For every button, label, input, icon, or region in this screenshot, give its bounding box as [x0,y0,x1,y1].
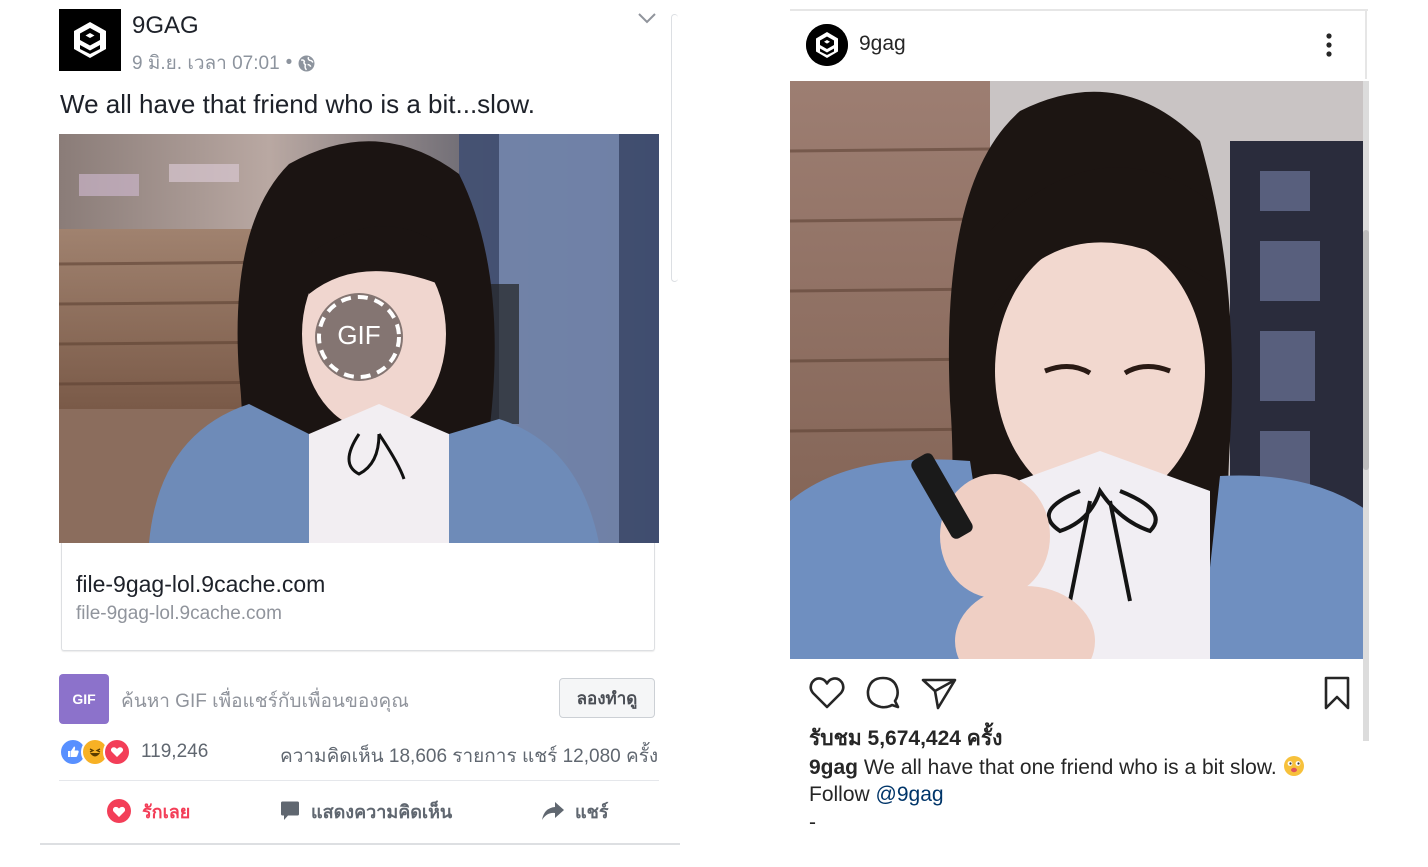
gif-search-prompt[interactable]: ค้นหา GIF เพื่อแชร์กับเพื่อนของคุณ [121,686,409,716]
chevron-down-icon[interactable] [636,10,658,26]
video-frame-image [790,81,1368,659]
card-bottom-border [40,843,680,845]
view-count[interactable]: รับชม 5,674,424 ครั้ง [809,722,1002,755]
link-domain: file-9gag-lol.9cache.com [76,603,282,624]
page-name[interactable]: 9GAG [132,12,199,40]
caption: 9gag We all have that one friend who is … [809,755,1305,780]
ig-card-top-border [790,9,1368,11]
comment-label: แสดงความคิดเห็น [311,801,453,822]
caption-username[interactable]: 9gag [809,756,858,779]
bookmark-icon[interactable] [1321,674,1353,712]
globe-icon [298,55,315,71]
heart-icon [107,799,131,823]
love-button[interactable]: รักเลย [106,796,190,826]
post-meta: 9 มิ.ย. เวลา 07:01 • [132,48,315,78]
ig-avatar[interactable] [806,24,848,66]
link-preview[interactable]: file-9gag-lol.9cache.com file-9gag-lol.9… [61,543,655,651]
mention-link[interactable]: @9gag [876,783,944,806]
direct-share-icon[interactable] [920,674,958,712]
9gag-logo-icon [806,24,848,66]
gif-badge[interactable]: GIF [59,674,109,724]
comment-icon [281,801,299,820]
post-text: We all have that friend who is a bit...s… [60,89,535,119]
caption-trailing: - [809,811,816,834]
comment-button[interactable]: แสดงความคิดเห็น [279,796,452,826]
share-label: แชร์ [575,801,609,822]
follow-text: Follow [809,783,870,806]
reaction-icons[interactable] [59,738,131,766]
share-icon [542,802,564,820]
love-reaction-icon [103,738,131,766]
link-title[interactable]: file-9gag-lol.9cache.com [76,571,325,598]
ig-video[interactable] [790,81,1368,659]
post-timestamp[interactable]: 9 มิ.ย. เวลา 07:01 [132,48,280,78]
caption-text: We all have that one friend who is a bit… [863,756,1277,779]
more-options-icon[interactable] [1325,32,1333,58]
comment-icon[interactable] [864,674,902,712]
love-label: รักเลย [142,801,191,822]
comment-share-stats[interactable]: ความคิดเห็น 18,606 รายการ แชร์ 12,080 คร… [280,741,658,771]
heart-icon[interactable] [808,674,846,712]
scrollbar-thumb[interactable] [1363,230,1369,470]
emoji-icon [1283,756,1304,776]
divider [59,780,659,781]
meta-separator: • [285,52,293,73]
try-button[interactable]: ลองทำดู [559,678,655,718]
facebook-post: 9GAG 9 มิ.ย. เวลา 07:01 • We all have th… [0,0,700,867]
gif-play-label[interactable]: GIF [315,320,403,351]
page-avatar[interactable] [59,9,121,71]
9gag-logo-icon [59,9,121,71]
ig-username[interactable]: 9gag [859,32,906,56]
side-panel-edge [671,14,678,282]
gif-preview[interactable]: GIF [59,134,659,543]
follow-line: Follow @9gag [809,783,944,807]
share-button[interactable]: แชร์ [541,796,609,826]
ig-card-right-border [1365,9,1367,79]
reaction-count[interactable]: 119,246 [141,741,208,763]
